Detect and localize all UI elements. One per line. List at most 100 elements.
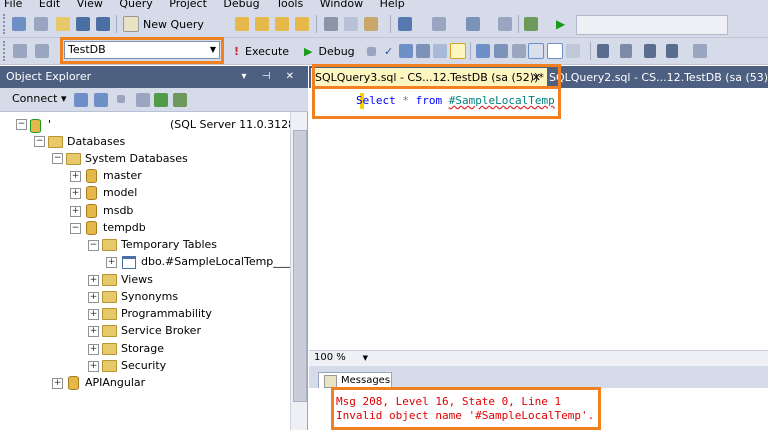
activity-monitor-button[interactable] bbox=[524, 15, 538, 33]
collapse-icon[interactable]: − bbox=[70, 223, 81, 234]
debug-button[interactable]: ▶ Debug bbox=[304, 42, 355, 60]
analysis-query-button[interactable] bbox=[255, 15, 269, 33]
client-stats-button[interactable] bbox=[512, 42, 526, 60]
collapse-icon[interactable]: − bbox=[52, 153, 63, 164]
indent-icon bbox=[666, 44, 678, 58]
filter-icon[interactable] bbox=[136, 93, 150, 107]
zoom-dropdown[interactable]: 100 % ▼ bbox=[314, 351, 368, 365]
display-plan-button[interactable] bbox=[399, 42, 413, 60]
menu-tools[interactable]: Tools bbox=[276, 0, 303, 9]
cut-button[interactable] bbox=[324, 15, 338, 33]
object-explorer-scrollbar[interactable] bbox=[290, 112, 307, 430]
menu-edit[interactable]: Edit bbox=[39, 0, 60, 9]
cancel-query-button[interactable] bbox=[367, 42, 376, 60]
menu-window[interactable]: Window bbox=[320, 0, 363, 9]
query-designer-button[interactable] bbox=[416, 42, 430, 60]
tree-label: Synonyms bbox=[121, 290, 179, 303]
expand-icon[interactable]: + bbox=[70, 188, 81, 199]
tab-label: Messages bbox=[341, 375, 391, 386]
menu-help[interactable]: Help bbox=[380, 0, 405, 9]
sqlcmd-mode-button[interactable] bbox=[450, 42, 466, 60]
connect-button[interactable] bbox=[13, 42, 27, 60]
expand-icon[interactable]: + bbox=[88, 361, 99, 372]
tab-sqlquery2[interactable]: SQLQuery2.sql - CS...12.TestDB (sa (53))… bbox=[549, 68, 768, 88]
menu-bar: File Edit View Query Project Debug Tools… bbox=[0, 0, 768, 11]
connect-object-icon[interactable] bbox=[74, 93, 88, 107]
dmx-query-button[interactable] bbox=[275, 15, 289, 33]
collapse-icon[interactable]: − bbox=[88, 240, 99, 251]
refresh-icon[interactable] bbox=[154, 93, 168, 107]
activity-monitor-icon bbox=[524, 17, 538, 31]
decrease-indent-button[interactable] bbox=[644, 42, 656, 60]
navigate-backward-button[interactable] bbox=[466, 15, 480, 33]
expand-icon[interactable]: + bbox=[88, 292, 99, 303]
navigate-forward-button[interactable] bbox=[498, 15, 512, 33]
expand-icon[interactable]: + bbox=[70, 206, 81, 217]
solution-config-dropdown[interactable] bbox=[576, 15, 728, 35]
include-plan-button[interactable] bbox=[476, 42, 490, 60]
editor-status-strip bbox=[309, 350, 768, 366]
query-editor[interactable] bbox=[309, 88, 768, 350]
new-query-label: New Query bbox=[143, 17, 204, 31]
save-button[interactable] bbox=[76, 15, 90, 33]
start-debug-button[interactable]: ▶ bbox=[556, 15, 565, 33]
new-query-icon bbox=[123, 16, 139, 32]
object-explorer-toolbar: Connect ▾ bbox=[0, 88, 308, 112]
expand-icon[interactable]: + bbox=[88, 326, 99, 337]
results-grid-button[interactable] bbox=[547, 42, 563, 60]
tree-label: Programmability bbox=[121, 307, 212, 320]
menu-project[interactable]: Project bbox=[169, 0, 207, 9]
menu-view[interactable]: View bbox=[77, 0, 103, 9]
designer-icon bbox=[416, 44, 430, 58]
save-all-button[interactable] bbox=[96, 15, 110, 33]
connect-dropdown[interactable]: Connect ▾ bbox=[12, 92, 67, 105]
toolbar-grip[interactable] bbox=[3, 14, 8, 34]
tree-label: Storage bbox=[121, 342, 165, 355]
folder-icon bbox=[102, 305, 121, 322]
add-item-button[interactable] bbox=[34, 15, 48, 33]
expand-icon[interactable]: + bbox=[88, 275, 99, 286]
standard-toolbar: New Query ▶ bbox=[0, 11, 768, 38]
redo-button[interactable] bbox=[432, 15, 446, 33]
tab-messages[interactable]: Messages bbox=[318, 372, 392, 388]
activity-icon[interactable] bbox=[173, 93, 187, 107]
panel-controls-icon[interactable]: ▾ ⊣ ✕ bbox=[242, 66, 300, 88]
database-engine-query-button[interactable] bbox=[235, 15, 249, 33]
execute-button[interactable]: ! Execute bbox=[234, 42, 289, 60]
expand-icon[interactable]: + bbox=[106, 257, 117, 268]
parse-button[interactable]: ✓ bbox=[384, 42, 393, 60]
open-file-button[interactable] bbox=[56, 15, 70, 33]
menu-query[interactable]: Query bbox=[119, 0, 152, 9]
collapse-icon[interactable]: − bbox=[34, 136, 45, 147]
comment-button[interactable] bbox=[597, 42, 609, 60]
chevron-down-icon: ▼ bbox=[362, 354, 368, 362]
stop-icon bbox=[367, 46, 376, 56]
disconnect-object-icon[interactable] bbox=[94, 93, 108, 107]
new-query-button[interactable]: New Query bbox=[123, 15, 204, 33]
increase-indent-button[interactable] bbox=[666, 42, 678, 60]
toolbar-grip[interactable] bbox=[3, 41, 8, 61]
scissors-icon bbox=[324, 17, 338, 31]
table-icon bbox=[122, 253, 140, 270]
scrollbar-thumb[interactable] bbox=[293, 130, 307, 402]
paste-button[interactable] bbox=[364, 15, 378, 33]
results-file-button[interactable] bbox=[566, 42, 580, 60]
new-project-button[interactable] bbox=[12, 15, 26, 33]
live-stats-button[interactable] bbox=[494, 42, 508, 60]
xmla-query-button[interactable] bbox=[295, 15, 309, 33]
specify-values-button[interactable] bbox=[693, 42, 707, 60]
collapse-icon[interactable]: − bbox=[16, 119, 27, 130]
expand-icon[interactable]: + bbox=[88, 309, 99, 320]
results-text-button[interactable] bbox=[528, 42, 544, 60]
copy-button[interactable] bbox=[344, 15, 358, 33]
menu-file[interactable]: File bbox=[4, 0, 22, 9]
intellisense-button[interactable] bbox=[433, 42, 447, 60]
disconnect-button[interactable] bbox=[35, 42, 49, 60]
menu-debug[interactable]: Debug bbox=[223, 0, 259, 9]
expand-icon[interactable]: + bbox=[52, 378, 63, 389]
uncomment-button[interactable] bbox=[620, 42, 632, 60]
undo-button[interactable] bbox=[398, 15, 412, 33]
expand-icon[interactable]: + bbox=[88, 344, 99, 355]
stop-icon[interactable] bbox=[117, 95, 125, 103]
expand-icon[interactable]: + bbox=[70, 171, 81, 182]
